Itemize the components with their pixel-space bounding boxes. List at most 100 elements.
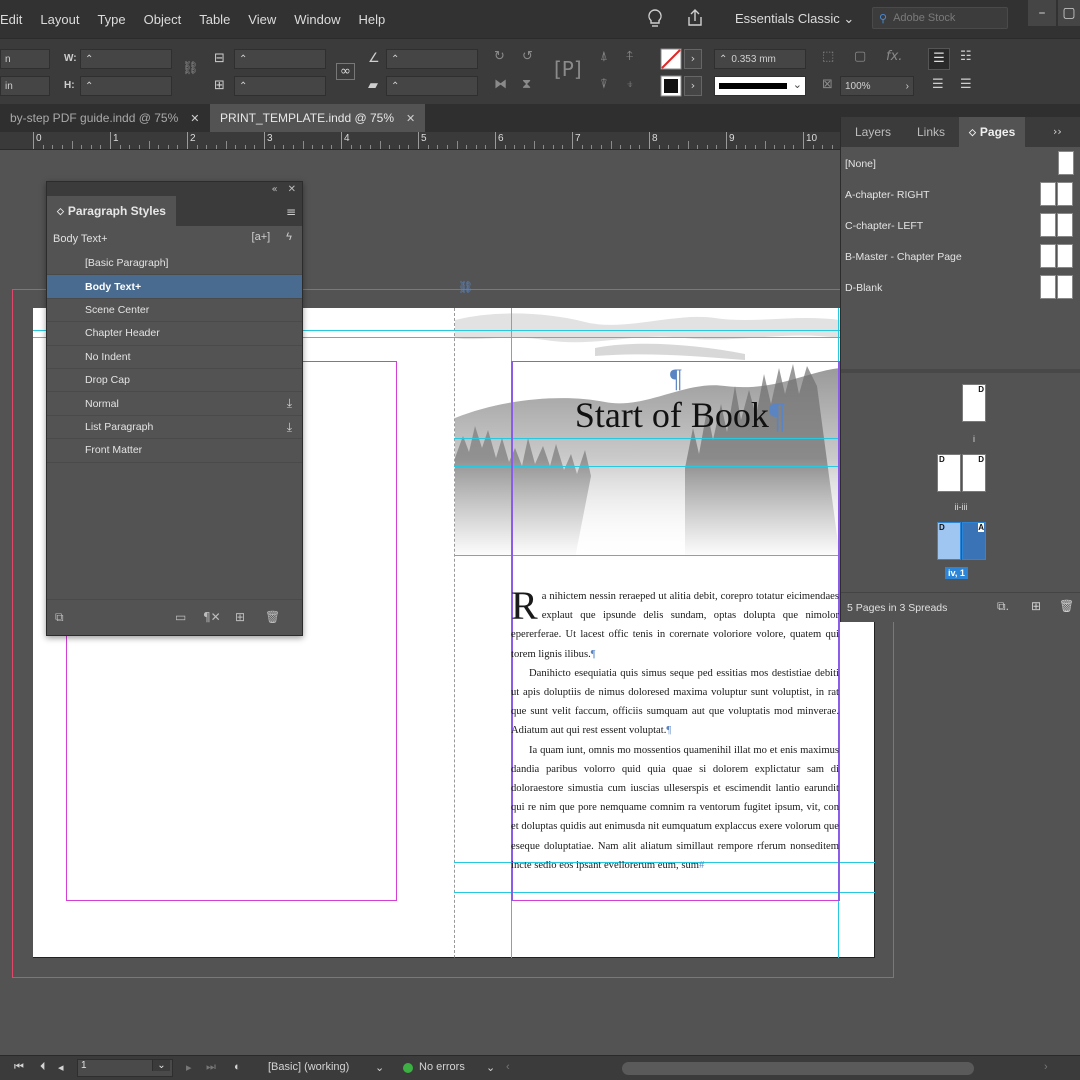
align-left-button[interactable]: ☰ <box>928 48 950 70</box>
scroll-right-icon[interactable]: › <box>1044 1061 1048 1073</box>
tab-links[interactable]: Links <box>907 117 955 147</box>
menu-view[interactable]: View <box>248 12 276 27</box>
stroke-dropdown-button[interactable]: › <box>684 76 702 96</box>
page-thumbnail[interactable]: D <box>937 522 961 560</box>
height-field[interactable]: ⌃ <box>80 76 172 96</box>
panel-menu-icon[interactable]: ≡ <box>286 205 296 219</box>
prev-page-icon[interactable]: ⏴ <box>40 1061 46 1074</box>
align-justify-icon[interactable]: ☷ <box>960 49 972 64</box>
panel-title-strip[interactable]: « ✕ <box>47 182 302 196</box>
rotate-ccw-icon[interactable]: ↺ <box>522 49 533 64</box>
minimize-button[interactable]: – <box>1028 0 1056 26</box>
pages-panel[interactable]: Layers Links ◇ Pages ›› [None] A-chapter-… <box>840 117 1080 622</box>
select-prev-icon[interactable]: ⍖ <box>626 77 634 92</box>
page-thumbnail[interactable]: D <box>962 384 986 422</box>
rotate-cw-icon[interactable]: ↻ <box>494 49 505 64</box>
clear-overrides-icon[interactable]: ¶✕ <box>203 610 221 624</box>
style-item[interactable]: Body Text+ <box>47 275 302 299</box>
page-size-icon[interactable]: ⧉. <box>997 599 1009 614</box>
align-center-icon[interactable]: ☰ <box>932 77 944 92</box>
tab-layers[interactable]: Layers <box>845 117 901 147</box>
lightbulb-icon[interactable] <box>646 8 664 30</box>
menu-table[interactable]: Table <box>199 12 230 27</box>
scale-x-field[interactable]: ⌃ <box>234 49 326 69</box>
fx-effects-icon[interactable]: fx. <box>886 49 902 64</box>
close-icon[interactable]: ✕ <box>406 112 415 125</box>
style-item[interactable]: List Paragraph ⤓ <box>47 416 302 440</box>
close-icon[interactable]: ✕ <box>190 112 199 125</box>
next-page-icon[interactable]: ▸ <box>186 1061 192 1074</box>
fitting-content-icon[interactable]: ▢ <box>854 49 866 64</box>
x-field[interactable]: n <box>0 49 50 69</box>
new-page-icon[interactable]: ⊞ <box>1031 599 1041 613</box>
first-page-icon[interactable]: ⏮ <box>14 1061 24 1074</box>
horizontal-scrollbar[interactable] <box>622 1062 974 1075</box>
shear-field[interactable]: ⌃ <box>386 76 478 96</box>
horizontal-ruler[interactable]: 0 1 2 3 4 5 6 7 8 9 10 <box>0 132 840 150</box>
close-icon[interactable]: ✕ <box>288 184 296 195</box>
delete-icon[interactable]: 🗑 <box>265 610 280 624</box>
page-number-field[interactable]: 1 ⌄ <box>77 1059 173 1077</box>
new-style-from-selection-icon[interactable]: [a+] <box>252 231 271 243</box>
chevron-down-icon[interactable]: ⌄ <box>486 1061 495 1074</box>
open-page-icon[interactable]: ◐ <box>234 1061 241 1073</box>
master-item[interactable]: [None] <box>841 148 1080 179</box>
tab-paragraph-styles[interactable]: ◇ Paragraph Styles <box>47 196 176 226</box>
scroll-left-icon[interactable]: ‹ <box>506 1061 510 1073</box>
page-thumbnail[interactable]: D <box>937 454 961 492</box>
menu-help[interactable]: Help <box>359 12 386 27</box>
fitting-frame-icon[interactable]: ⬚ <box>822 49 834 64</box>
menu-type[interactable]: Type <box>97 12 125 27</box>
style-item[interactable]: No Indent <box>47 346 302 369</box>
select-container-icon[interactable]: ⍋ <box>600 49 608 64</box>
flip-vertical-icon[interactable]: ⧗ <box>522 77 531 92</box>
link-icon[interactable]: ⛓ <box>458 280 473 294</box>
chapter-title[interactable]: Start of Book¶ <box>520 394 840 436</box>
restore-button[interactable]: ▢ <box>1058 0 1080 26</box>
tab-pages[interactable]: ◇ Pages <box>959 117 1026 147</box>
cc-libraries-icon[interactable]: ⧉ <box>55 610 64 625</box>
tab-print-template[interactable]: PRINT_TEMPLATE.indd @ 75% ✕ <box>210 104 426 132</box>
flip-horizontal-icon[interactable]: ⧓ <box>494 77 507 92</box>
style-item[interactable]: Chapter Header <box>47 322 302 346</box>
align-right-icon[interactable]: ☰ <box>960 77 972 92</box>
stroke-weight-field[interactable]: ⌃ 0.353 mm <box>714 49 806 69</box>
style-item[interactable]: [Basic Paragraph] <box>47 252 302 276</box>
collapse-icon[interactable]: « <box>271 184 277 195</box>
menu-object[interactable]: Object <box>144 12 182 27</box>
rotate-field[interactable]: ⌃ <box>386 49 478 69</box>
lightning-icon[interactable]: ϟ <box>286 231 292 243</box>
menu-window[interactable]: Window <box>294 12 340 27</box>
scale-y-field[interactable]: ⌃ <box>234 76 326 96</box>
constrain-proportions-icon[interactable]: ⛓ <box>182 61 199 76</box>
master-item[interactable]: B-Master - Chapter Page <box>841 241 1080 272</box>
style-item[interactable]: Scene Center <box>47 299 302 323</box>
link-scale-icon[interactable]: ∞ <box>336 63 355 80</box>
paragraph-styles-panel[interactable]: « ✕ ◇ Paragraph Styles ≡ Body Text+ [a+] ϟ… <box>46 181 303 636</box>
chevron-down-icon[interactable]: ⌄ <box>375 1061 384 1074</box>
adobe-stock-search[interactable]: ⚲ Adobe Stock <box>872 7 1008 29</box>
cc-library-download-icon[interactable]: ⤓ <box>287 420 292 435</box>
panel-divider[interactable] <box>841 369 1080 373</box>
preflight-errors[interactable]: No errors <box>419 1061 465 1073</box>
expand-panels-icon[interactable]: ›› <box>1053 125 1062 138</box>
fill-none-swatch-icon[interactable] <box>660 48 682 70</box>
style-item[interactable]: Drop Cap <box>47 369 302 393</box>
master-item[interactable]: C-chapter- LEFT <box>841 210 1080 241</box>
stroke-swatch-icon[interactable] <box>660 75 682 97</box>
preflight-profile[interactable]: [Basic] (working) <box>268 1061 349 1073</box>
select-next-icon[interactable]: ⍏ <box>626 49 634 64</box>
stroke-type-dropdown[interactable]: ⌄ <box>714 76 806 96</box>
body-text-frame[interactable]: Ra nihictem nessin reraeped ut alitia de… <box>511 586 839 875</box>
fill-dropdown-button[interactable]: › <box>684 49 702 69</box>
cc-library-download-icon[interactable]: ⤓ <box>287 396 292 411</box>
select-content-icon[interactable]: ⍒ <box>600 77 608 92</box>
new-style-icon[interactable]: ⊞ <box>235 610 245 624</box>
style-item[interactable]: Normal ⤓ <box>47 392 302 416</box>
tab-pdf-guide[interactable]: by-step PDF guide.indd @ 75% ✕ <box>0 104 210 132</box>
master-item[interactable]: A-chapter- RIGHT <box>841 179 1080 210</box>
style-item[interactable]: Front Matter <box>47 439 302 463</box>
p-reference-icon[interactable]: [P] <box>554 57 582 81</box>
share-icon[interactable] <box>685 8 705 28</box>
delete-icon[interactable]: 🗑 <box>1059 599 1074 613</box>
